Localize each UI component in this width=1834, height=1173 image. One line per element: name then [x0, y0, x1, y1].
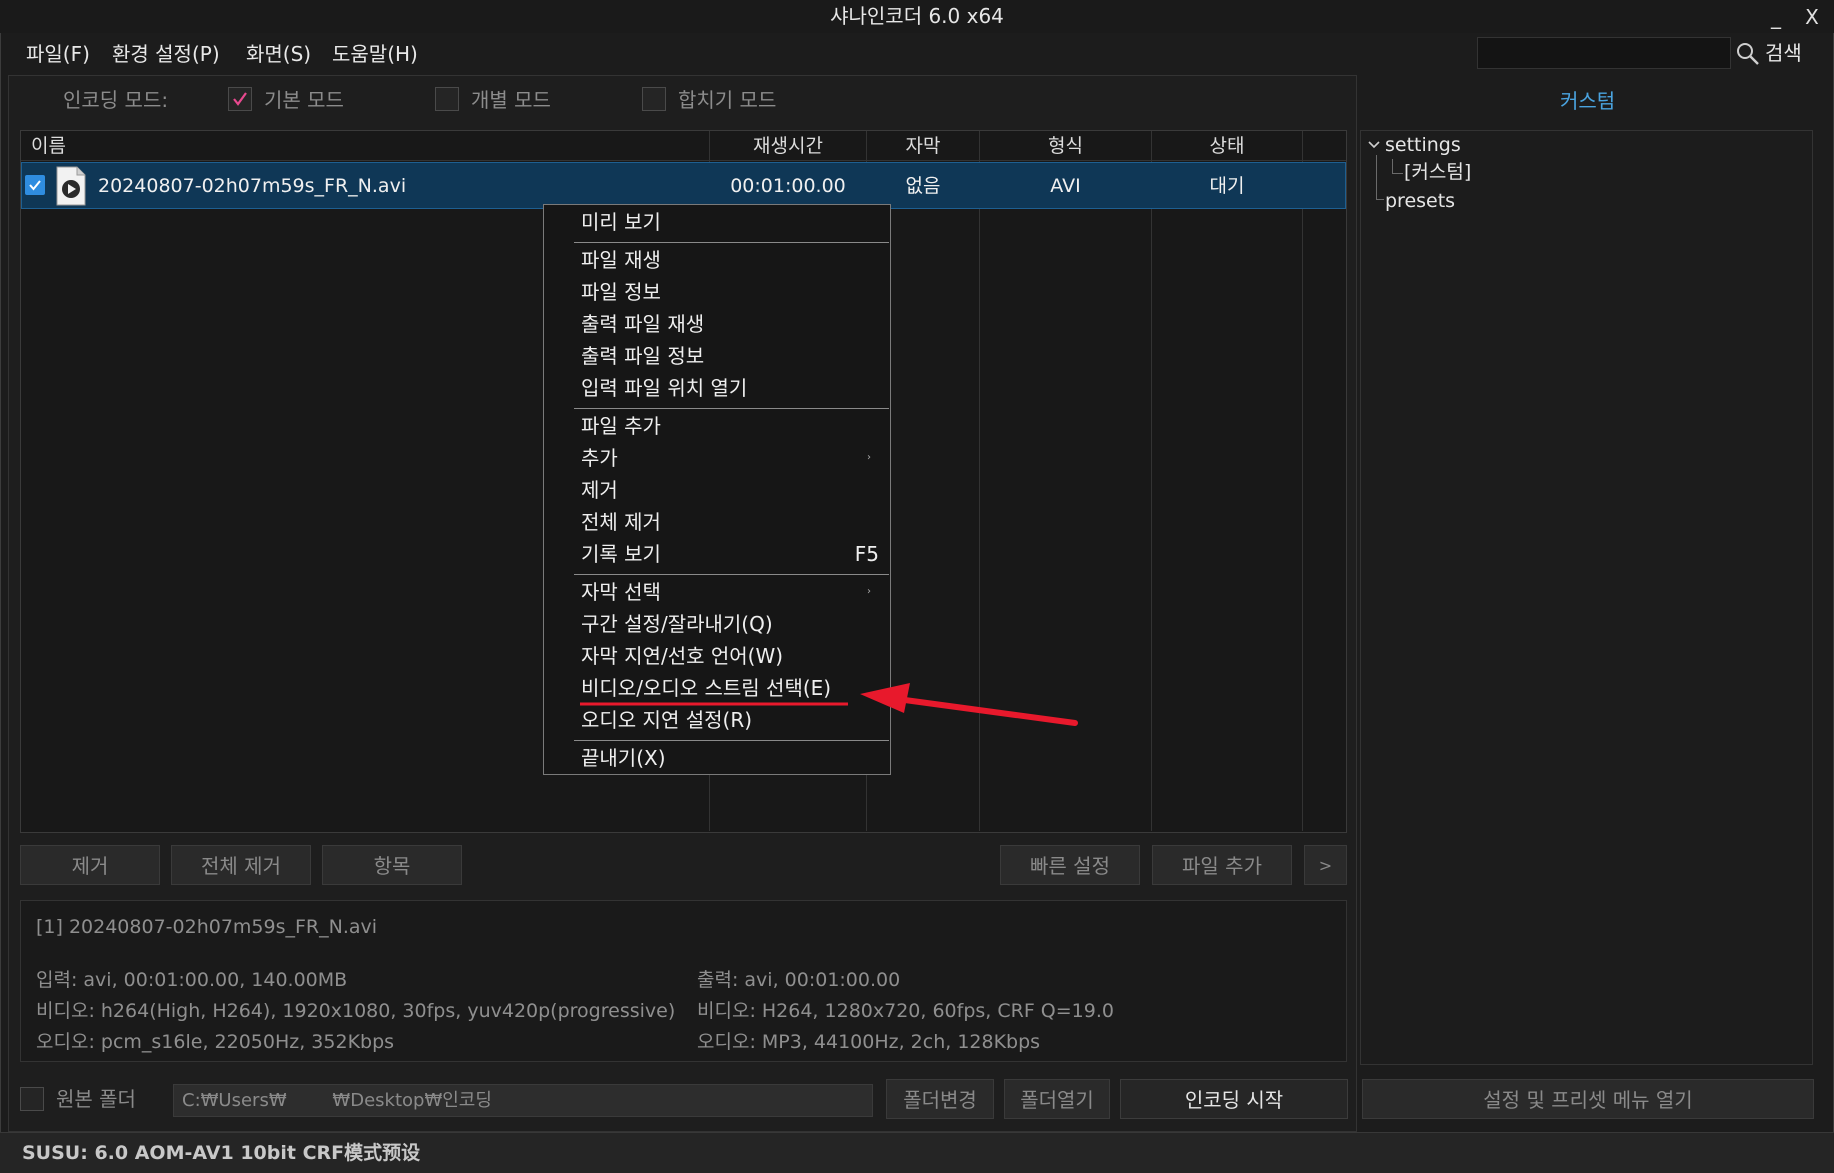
- menu-item-output-info[interactable]: 출력 파일 정보: [581, 341, 881, 371]
- individual-mode-label[interactable]: 개별 모드: [471, 86, 551, 114]
- menu-separator: [574, 408, 889, 409]
- window-title: 샤나인코더 6.0 x64: [830, 4, 1004, 28]
- column-header-format[interactable]: 형식: [980, 131, 1151, 161]
- basic-mode-checkbox[interactable]: [228, 87, 252, 111]
- tree-node-settings[interactable]: settings: [1385, 131, 1461, 159]
- status-text: SUSU: 6.0 AOM-AV1 10bit CRF模式预设: [22, 1142, 421, 1164]
- items-button[interactable]: 항목: [322, 845, 462, 885]
- menu-item-open-input-location[interactable]: 입력 파일 위치 열기: [581, 373, 881, 403]
- column-header-duration[interactable]: 재생시간: [710, 131, 866, 161]
- tree-node-custom[interactable]: [커스텀]: [1404, 158, 1471, 186]
- info-output-audio: 오디오: MP3, 44100Hz, 2ch, 128Kbps: [697, 1031, 1041, 1053]
- merge-mode-label[interactable]: 합치기 모드: [678, 86, 776, 114]
- source-folder-label[interactable]: 원본 폴더: [56, 1084, 136, 1114]
- checkmark-icon: [233, 92, 247, 106]
- menu-item-history[interactable]: 기록 보기 F5: [581, 539, 881, 569]
- menu-help[interactable]: 도움말(H): [326, 38, 424, 70]
- minimize-button[interactable]: _: [1761, 2, 1791, 32]
- column-divider: [1302, 131, 1303, 831]
- start-encoding-button[interactable]: 인코딩 시작: [1120, 1079, 1348, 1119]
- video-file-icon: [56, 166, 86, 206]
- column-header-name[interactable]: 이름: [31, 131, 66, 161]
- menu-separator: [574, 574, 889, 575]
- info-filename: [1] 20240807-02h07m59s_FR_N.avi: [36, 916, 378, 938]
- row-format: AVI: [1050, 175, 1081, 197]
- more-button[interactable]: >: [1304, 845, 1347, 885]
- title-bar: 샤나인코더 6.0 x64 _ X: [0, 0, 1834, 33]
- info-input: 입력: avi, 00:01:00.00, 140.00MB: [36, 969, 348, 991]
- tree-line: [1376, 199, 1384, 200]
- menu-item-subtitle-delay[interactable]: 자막 지연/선호 언어(W): [581, 641, 881, 671]
- menu-item-select-subtitle-label: 자막 선택: [581, 580, 661, 604]
- row-duration: 00:01:00.00: [730, 175, 846, 197]
- menu-item-exit[interactable]: 끝내기(X): [581, 743, 881, 773]
- menu-item-play-file[interactable]: 파일 재생: [581, 245, 881, 275]
- menu-item-trim[interactable]: 구간 설정/잘라내기(Q): [581, 609, 881, 639]
- output-path-input[interactable]: C:₩Users₩ ₩Desktop₩인코딩: [173, 1084, 873, 1117]
- open-folder-button[interactable]: 폴더열기: [1004, 1079, 1110, 1119]
- search-input[interactable]: [1477, 37, 1731, 69]
- info-input-audio: 오디오: pcm_s16le, 22050Hz, 352Kbps: [36, 1031, 395, 1053]
- column-header-subtitle[interactable]: 자막: [867, 131, 979, 161]
- menu-view[interactable]: 화면(S): [240, 38, 317, 70]
- menu-item-add-label: 추가: [581, 446, 618, 470]
- remove-all-button[interactable]: 전체 제거: [171, 845, 311, 885]
- submenu-arrow-icon: ›: [867, 586, 871, 597]
- menu-item-add-file[interactable]: 파일 추가: [581, 411, 881, 441]
- column-divider: [1151, 131, 1152, 831]
- row-filename: 20240807-02h07m59s_FR_N.avi: [98, 175, 407, 197]
- settings-menu-button[interactable]: 설정 및 프리셋 메뉴 열기: [1362, 1079, 1814, 1119]
- menu-separator: [574, 740, 889, 741]
- menu-item-play-output[interactable]: 출력 파일 재생: [581, 309, 881, 339]
- annotation-arrow-icon: [580, 683, 1078, 726]
- row-checkbox[interactable]: [25, 175, 45, 195]
- remove-button[interactable]: 제거: [20, 845, 160, 885]
- source-folder-checkbox[interactable]: [20, 1087, 44, 1111]
- quick-settings-button[interactable]: 빠른 설정: [1000, 845, 1140, 885]
- add-file-button[interactable]: 파일 추가: [1152, 845, 1292, 885]
- menu-shortcut: F5: [854, 542, 879, 566]
- menu-preferences[interactable]: 환경 설정(P): [106, 38, 226, 70]
- menu-separator: [574, 242, 889, 243]
- menu-item-remove[interactable]: 제거: [581, 475, 881, 505]
- tree-line: [1392, 173, 1403, 174]
- row-status: 대기: [1209, 175, 1245, 197]
- change-folder-button[interactable]: 폴더변경: [886, 1079, 994, 1119]
- search-button[interactable]: 검색: [1765, 37, 1802, 69]
- tree-line: [1376, 155, 1377, 199]
- tree-line: [1392, 159, 1393, 173]
- menu-item-add[interactable]: 추가 ›: [581, 443, 881, 473]
- checkmark-icon: [29, 180, 41, 191]
- menu-item-preview[interactable]: 미리 보기: [581, 207, 881, 237]
- menu-item-remove-all[interactable]: 전체 제거: [581, 507, 881, 537]
- menu-file[interactable]: 파일(F): [20, 38, 96, 70]
- output-path-value: C:₩Users₩ ₩Desktop₩인코딩: [182, 1090, 492, 1111]
- tree-node-presets[interactable]: presets: [1385, 187, 1455, 215]
- encoding-mode-label: 인코딩 모드:: [63, 88, 169, 112]
- chevron-down-icon[interactable]: [1367, 138, 1381, 152]
- submenu-arrow-icon: ›: [867, 452, 871, 463]
- info-input-video: 비디오: h264(High, H264), 1920x1080, 30fps,…: [36, 1000, 676, 1022]
- basic-mode-label[interactable]: 기본 모드: [264, 86, 344, 114]
- menu-item-select-subtitle[interactable]: 자막 선택 ›: [581, 577, 881, 607]
- info-output-video: 비디오: H264, 1280x720, 60fps, CRF Q=19.0: [697, 1000, 1114, 1022]
- menu-item-file-info[interactable]: 파일 정보: [581, 277, 881, 307]
- search-icon[interactable]: [1735, 41, 1761, 67]
- individual-mode-checkbox[interactable]: [435, 87, 459, 111]
- column-header-status[interactable]: 상태: [1152, 131, 1302, 161]
- menu-item-history-label: 기록 보기: [581, 542, 661, 566]
- preset-tree-panel: [1360, 130, 1813, 1065]
- custom-preset-label[interactable]: 커스텀: [1560, 86, 1615, 116]
- status-bar: SUSU: 6.0 AOM-AV1 10bit CRF模式预设: [0, 1132, 1834, 1173]
- merge-mode-checkbox[interactable]: [642, 87, 666, 111]
- row-subtitle: 없음: [905, 175, 941, 197]
- close-button[interactable]: X: [1797, 2, 1827, 32]
- info-output: 출력: avi, 00:01:00.00: [697, 969, 901, 991]
